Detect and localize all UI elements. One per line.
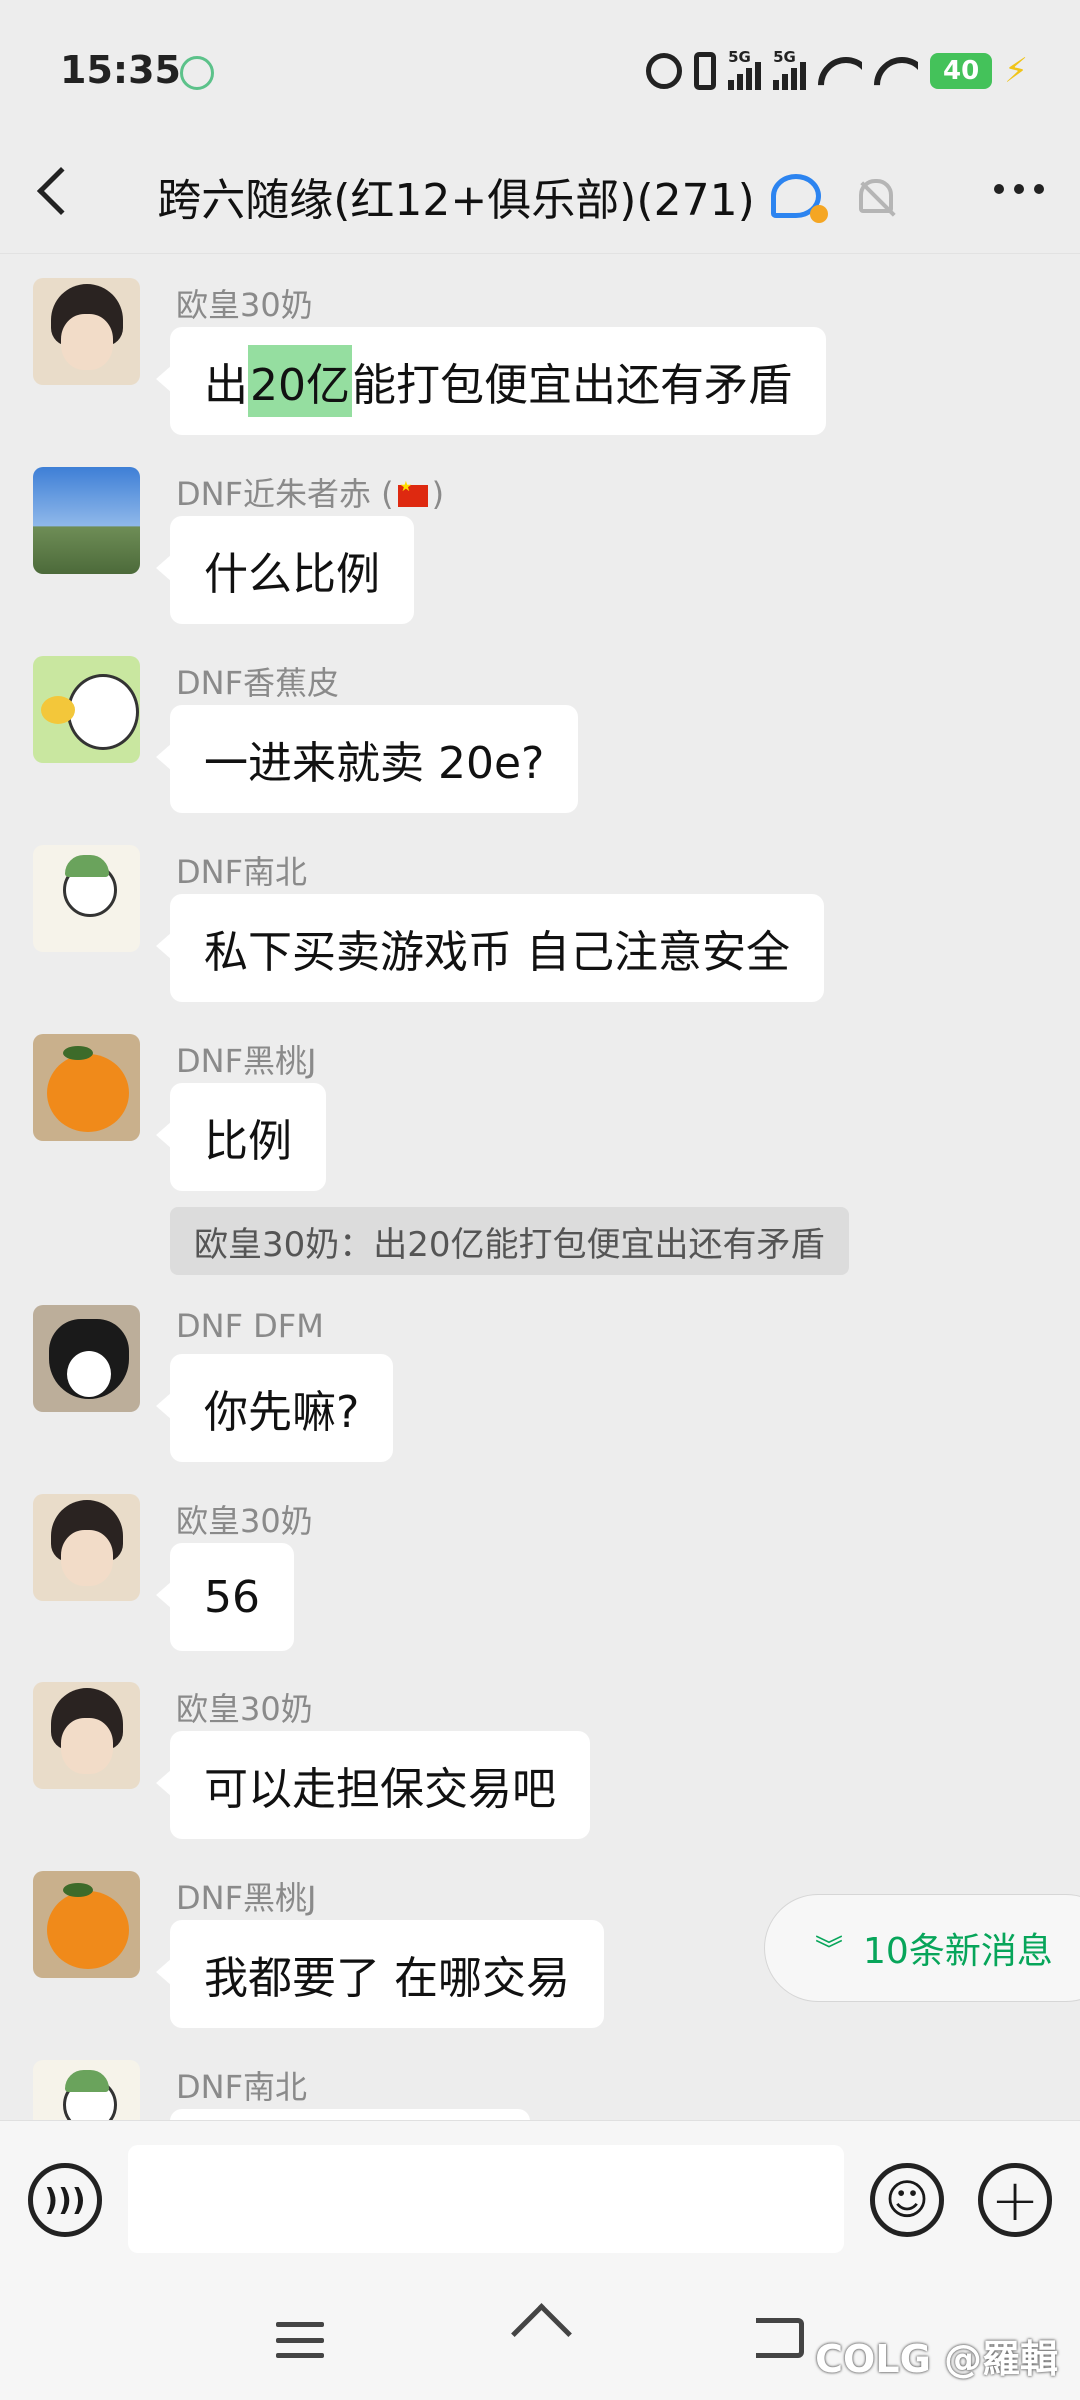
alarm-icon: [646, 53, 683, 89]
message-bubble[interactable]: 56: [156, 1543, 294, 1651]
battery-icon: 40: [930, 53, 993, 89]
avatar[interactable]: [33, 467, 140, 574]
highlighted-text: 20亿: [248, 345, 352, 417]
menu-icon[interactable]: [276, 2322, 324, 2358]
avatar[interactable]: [33, 1305, 140, 1412]
quoted-reply[interactable]: 欧皇30奶：出20亿能打包便宜出还有矛盾: [170, 1207, 849, 1275]
message-bubble[interactable]: [170, 2109, 530, 2120]
signal-icon: 5G: [728, 48, 762, 90]
message-text: 可以走担保交易吧: [204, 1764, 556, 1815]
message-input[interactable]: [128, 2145, 844, 2253]
status-time: 15:35: [60, 48, 181, 92]
home-icon[interactable]: [512, 2308, 568, 2364]
message-bubble[interactable]: 比例: [156, 1083, 326, 1191]
sender-name: 欧皇30奶: [176, 1502, 313, 1540]
sender-name: DNF黑桃J: [176, 1879, 317, 1917]
message-text: 我都要了 在哪交易: [204, 1953, 570, 2004]
message-text: 你先嘛?: [204, 1387, 360, 1438]
avatar[interactable]: [33, 656, 140, 763]
message-bubble[interactable]: 我都要了 在哪交易: [156, 1920, 604, 2028]
message-bubble[interactable]: 私下买卖游戏币 自己注意安全: [156, 894, 824, 1002]
voice-input-icon[interactable]: ))): [28, 2163, 102, 2237]
new-messages-button[interactable]: ︾ 10条新消息: [764, 1894, 1080, 2002]
app-notification-icon: [180, 56, 214, 90]
message-text: 私下买卖游戏币 自己注意安全: [204, 927, 790, 978]
status-icons: 5G 5G 40 ⚡: [646, 48, 1028, 94]
message-bubble[interactable]: 什么比例: [156, 516, 414, 624]
message-text: 什么比例: [204, 549, 380, 600]
avatar[interactable]: [33, 1494, 140, 1601]
avatar[interactable]: [33, 1034, 140, 1141]
message-bubble[interactable]: 可以走担保交易吧: [156, 1731, 590, 1839]
message-text: 能打包便宜出还有矛盾: [352, 360, 792, 411]
sender-name: 欧皇30奶: [176, 286, 313, 324]
chat-header: 跨六随缘(红12+俱乐部)(271): [0, 134, 1080, 254]
signal-icon: 5G: [773, 48, 807, 90]
avatar[interactable]: [33, 278, 140, 385]
emoji-icon[interactable]: ☺: [870, 2163, 944, 2237]
avatar[interactable]: [33, 1682, 140, 1789]
signal-label: 5G: [728, 48, 751, 66]
avatar[interactable]: [33, 845, 140, 952]
watermark: COLG @羅輯: [815, 2337, 1058, 2381]
more-options-icon[interactable]: [994, 184, 1044, 194]
sender-name: DNF香蕉皮: [176, 664, 339, 702]
sender-name: DNF南北: [176, 853, 307, 891]
message-bubble[interactable]: 出 20亿 能打包便宜出还有矛盾: [156, 327, 826, 435]
avatar[interactable]: [33, 2060, 140, 2120]
new-messages-label: 10条新消息: [863, 1931, 1053, 1972]
avatar[interactable]: [33, 1871, 140, 1978]
double-chevron-down-icon: ︾: [815, 1933, 844, 1966]
wifi-icon: [818, 53, 862, 89]
group-chat-icon: [770, 174, 828, 223]
charging-icon: ⚡: [1004, 51, 1028, 91]
sender-name: DNF南北: [176, 2068, 307, 2106]
message-text: 一进来就卖 20e?: [204, 738, 545, 789]
system-back-icon[interactable]: [756, 2318, 804, 2358]
sender-name: DNF DFM: [176, 1307, 324, 1345]
message-text: 出: [204, 360, 248, 411]
signal-label: 5G: [773, 48, 796, 66]
mute-bell-icon: [858, 179, 893, 213]
china-flag-icon: [397, 479, 428, 507]
chat-title[interactable]: 跨六随缘(红12+俱乐部)(271): [157, 164, 755, 228]
sender-name: DNF近朱者赤 (): [176, 469, 444, 515]
plus-icon[interactable]: +: [978, 2163, 1052, 2237]
system-navigation-bar: COLG @羅輯: [0, 2278, 1080, 2400]
sender-name: 欧皇30奶: [176, 1690, 313, 1728]
message-text: 比例: [204, 1116, 292, 1167]
message-text: 56: [204, 1571, 260, 1623]
message-list[interactable]: 欧皇30奶 出20亿能打包便宜出还有矛盾 DNF近朱者赤 () 什么比例 DNF…: [0, 255, 1080, 2120]
message-bubble[interactable]: 一进来就卖 20e?: [155, 705, 579, 813]
status-bar: 15:35 5G 5G 40 ⚡: [0, 0, 1080, 134]
sender-name: DNF黑桃J: [176, 1042, 317, 1080]
message-bubble[interactable]: 你先嘛?: [155, 1354, 394, 1462]
input-bar: ))) ☺ +: [0, 2120, 1080, 2278]
vibrate-icon: [694, 52, 717, 90]
wifi-icon: [874, 53, 918, 89]
chat-title-row: 跨六随缘(红12+俱乐部)(271): [0, 164, 1080, 228]
